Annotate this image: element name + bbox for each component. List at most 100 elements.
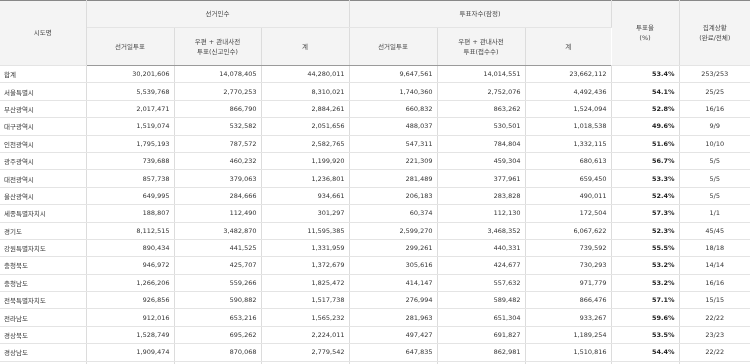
header-turnout: 투표율 (%): [611, 0, 680, 66]
cell-region: 경기도: [0, 222, 87, 240]
header-electorate-mail: 우편 + 관내사전 투표(신고인수): [174, 27, 262, 66]
cell-status: 22/22: [679, 343, 750, 362]
cell-region: 충청북도: [0, 256, 87, 275]
cell-voters-mail: 14,014,551: [437, 65, 526, 84]
cell-voters-mail: 691,827: [437, 326, 526, 345]
table-header: 시도명 선거인수 투표자수(잠정) 투표율 (%) 집계상황 (완료/전체) 선거일…: [0, 0, 750, 66]
cell-region: 전북특별자치도: [0, 291, 87, 310]
table-row: 합계 30,201,606 14,078,405 44,280,011 9,647,56…: [0, 65, 750, 84]
cell-region: 대구광역시: [0, 117, 87, 136]
table-row: 인천광역시 1,795,193 787,572 2,582,765 547,311 784…: [0, 135, 750, 153]
table-row: 경상남도 1,909,474 870,068 2,779,542 647,835 862,…: [0, 343, 750, 362]
table-row: 광주광역시 739,688 460,232 1,199,920 221,309 459,3…: [0, 152, 750, 171]
cell-turnout: 53.5%: [611, 326, 680, 345]
cell-electorate-eday: 946,972: [86, 256, 175, 275]
cell-electorate-mail: 425,707: [174, 256, 262, 275]
cell-electorate-mail: 284,666: [174, 187, 262, 206]
cell-turnout: 49.6%: [611, 117, 680, 136]
cell-status: 9/9: [679, 117, 750, 136]
cell-voters-total: 680,613: [525, 152, 612, 171]
cell-electorate-total: 1,517,738: [261, 291, 350, 310]
cell-electorate-eday: 926,856: [86, 291, 175, 310]
header-status: 집계상황 (완료/전체): [679, 0, 750, 66]
cell-electorate-eday: 912,016: [86, 308, 175, 327]
table-body: 합계 30,201,606 14,078,405 44,280,011 9,647,56…: [0, 65, 750, 364]
cell-region: 충청남도: [0, 274, 87, 293]
table-row: 세종특별자치시 188,807 112,490 301,297 60,374 112,13…: [0, 204, 750, 223]
cell-turnout: 54.4%: [611, 343, 680, 362]
cell-electorate-eday: 1,266,206: [86, 274, 175, 293]
cell-voters-eday: 9,647,561: [349, 65, 438, 84]
cell-electorate-eday: 1,528,749: [86, 326, 175, 345]
cell-voters-total: 971,779: [525, 274, 612, 293]
cell-status: 5/5: [679, 187, 750, 206]
cell-voters-total: 933,267: [525, 308, 612, 327]
cell-voters-total: 4,492,436: [525, 82, 612, 101]
cell-status: 10/10: [679, 135, 750, 153]
cell-voters-eday: 281,489: [349, 169, 438, 188]
cell-turnout: 53.4%: [611, 65, 680, 84]
cell-region: 경상남도: [0, 343, 87, 362]
table-row: 대구광역시 1,519,074 532,582 2,051,656 488,037 530…: [0, 117, 750, 136]
cell-voters-mail: 459,304: [437, 152, 526, 171]
cell-voters-total: 23,662,112: [525, 65, 612, 84]
table-row: 강원특별자치도 890,434 441,525 1,331,959 299,261 440…: [0, 239, 750, 258]
cell-electorate-eday: 739,688: [86, 152, 175, 171]
cell-electorate-mail: 787,572: [174, 135, 262, 153]
cell-electorate-mail: 441,525: [174, 239, 262, 258]
header-voters-eday: 선거일투표: [349, 27, 438, 66]
cell-turnout: 52.8%: [611, 100, 680, 119]
cell-electorate-total: 2,582,765: [261, 135, 350, 153]
cell-voters-mail: 784,804: [437, 135, 526, 153]
cell-electorate-total: 8,310,021: [261, 82, 350, 101]
cell-electorate-eday: 1,519,074: [86, 117, 175, 136]
cell-voters-total: 172,504: [525, 204, 612, 223]
cell-voters-eday: 276,994: [349, 291, 438, 310]
cell-electorate-mail: 695,262: [174, 326, 262, 345]
cell-region: 대전광역시: [0, 169, 87, 188]
cell-voters-eday: 305,616: [349, 256, 438, 275]
cell-electorate-total: 1,565,232: [261, 308, 350, 327]
cell-electorate-eday: 1,795,193: [86, 135, 175, 153]
cell-electorate-mail: 532,582: [174, 117, 262, 136]
cell-turnout: 52.4%: [611, 187, 680, 206]
cell-electorate-eday: 5,539,768: [86, 82, 175, 101]
cell-voters-mail: 589,482: [437, 291, 526, 310]
cell-voters-mail: 3,468,352: [437, 222, 526, 240]
cell-voters-eday: 221,309: [349, 152, 438, 171]
cell-status: 16/16: [679, 274, 750, 293]
cell-voters-mail: 424,677: [437, 256, 526, 275]
cell-voters-eday: 660,832: [349, 100, 438, 119]
cell-voters-total: 1,510,816: [525, 343, 612, 362]
cell-status: 16/16: [679, 100, 750, 119]
cell-turnout: 54.1%: [611, 82, 680, 101]
table-row: 서울특별시 5,539,768 2,770,253 8,310,021 1,740,36…: [0, 82, 750, 101]
cell-electorate-total: 44,280,011: [261, 65, 350, 84]
table-row: 경기도 8,112,515 3,482,870 11,595,385 2,599,270…: [0, 222, 750, 240]
cell-voters-mail: 557,632: [437, 274, 526, 293]
cell-electorate-eday: 649,995: [86, 187, 175, 206]
cell-status: 5/5: [679, 152, 750, 171]
table-row: 충청남도 1,266,206 559,266 1,825,472 414,147 557,…: [0, 274, 750, 293]
cell-voters-mail: 651,304: [437, 308, 526, 327]
cell-voters-mail: 862,981: [437, 343, 526, 362]
cell-electorate-total: 1,199,920: [261, 152, 350, 171]
cell-region: 서울특별시: [0, 82, 87, 101]
cell-region: 전라남도: [0, 308, 87, 327]
table-row: 울산광역시 649,995 284,666 934,661 206,183 283,828…: [0, 187, 750, 206]
header-voters-mail: 우편 + 관내사전 투표(접수수): [437, 27, 526, 66]
cell-voters-mail: 863,262: [437, 100, 526, 119]
cell-electorate-mail: 460,232: [174, 152, 262, 171]
cell-status: 25/25: [679, 82, 750, 101]
cell-turnout: 53.3%: [611, 169, 680, 188]
cell-voters-eday: 497,427: [349, 326, 438, 345]
cell-electorate-total: 2,884,261: [261, 100, 350, 119]
cell-voters-eday: 2,599,270: [349, 222, 438, 240]
header-voters-total: 계: [525, 27, 612, 66]
cell-voters-total: 1,189,254: [525, 326, 612, 345]
cell-voters-eday: 647,835: [349, 343, 438, 362]
header-electorate-eday: 선거일투표: [86, 27, 175, 66]
cell-electorate-eday: 1,909,474: [86, 343, 175, 362]
cell-electorate-eday: 30,201,606: [86, 65, 175, 84]
cell-electorate-total: 1,331,959: [261, 239, 350, 258]
